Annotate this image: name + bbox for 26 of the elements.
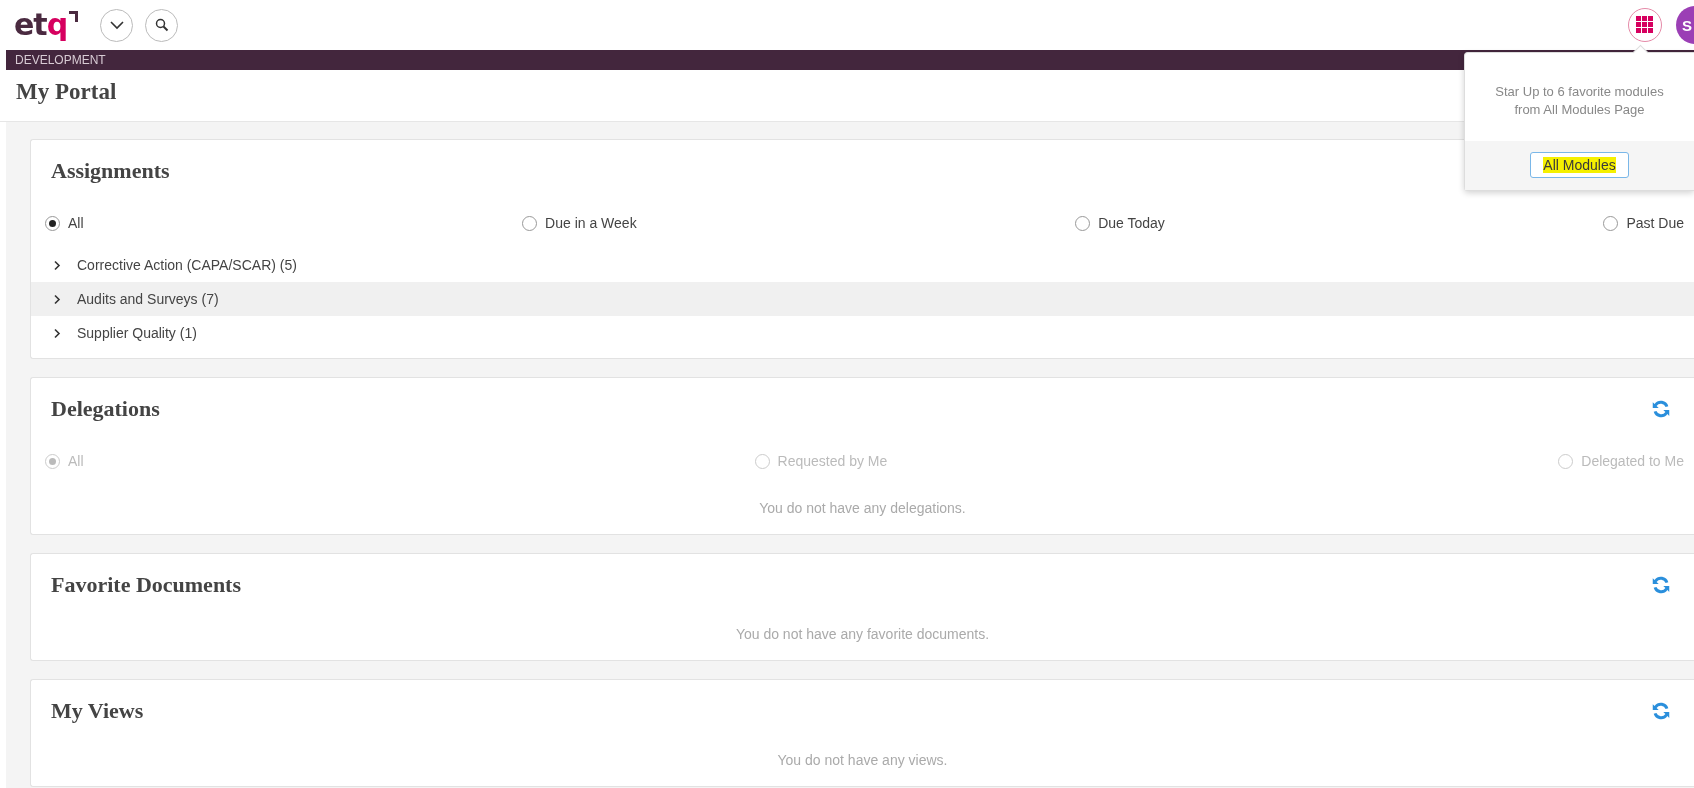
empty-message: You do not have any views. <box>777 752 948 768</box>
grid-icon <box>1636 16 1654 34</box>
radio-option[interactable]: All <box>45 215 84 231</box>
panel-title: Assignments <box>51 158 170 184</box>
radio-option[interactable]: Due in a Week <box>522 215 637 231</box>
chevron-down-icon <box>109 20 124 30</box>
popover-message: Star Up to 6 favorite modules from All Modules Page <box>1494 83 1665 119</box>
page-title: My Portal <box>16 78 117 106</box>
modules-button[interactable] <box>1628 8 1662 42</box>
all-modules-button[interactable]: All Modules <box>1530 152 1629 178</box>
radio-option[interactable]: Due Today <box>1075 215 1165 231</box>
panel-title: My Views <box>51 698 144 724</box>
search-button[interactable] <box>145 8 179 42</box>
user-avatar[interactable]: S <box>1676 6 1694 44</box>
refresh-icon[interactable] <box>1650 398 1672 420</box>
tree-row[interactable]: Audits and Surveys (7) <box>31 282 1694 316</box>
search-icon <box>154 18 169 32</box>
panel-title: Delegations <box>51 396 160 422</box>
logo[interactable]: etq <box>14 8 79 42</box>
refresh-icon[interactable] <box>1650 700 1672 722</box>
dropdown-button[interactable] <box>100 8 134 42</box>
empty-message: You do not have any delegations. <box>759 500 966 516</box>
refresh-icon[interactable] <box>1650 574 1672 596</box>
panel-title: Favorite Documents <box>51 572 241 598</box>
empty-message: You do not have any favorite documents. <box>735 626 990 642</box>
radio-option[interactable]: Past Due <box>1603 215 1684 231</box>
